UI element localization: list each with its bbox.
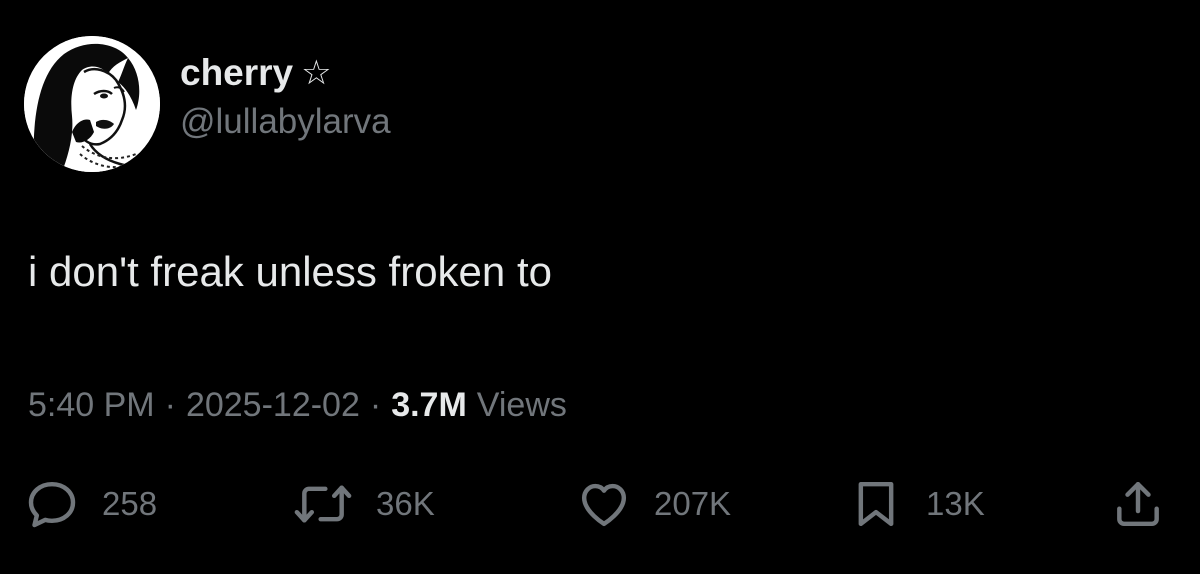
user-handle[interactable]: @lullabylarva <box>180 102 391 142</box>
star-outline-icon: ☆ <box>301 53 332 93</box>
display-name[interactable]: cherry <box>180 52 293 94</box>
tweet-time[interactable]: 5:40 PM <box>28 386 155 425</box>
tweet-meta: 5:40 PM · 2025-12-02 · 3.7M Views <box>28 386 567 425</box>
retweet-count: 36K <box>376 485 435 522</box>
retweet-button[interactable]: 36K <box>292 474 435 534</box>
tweet-card: cherry ☆ @lullabylarva i don't freak unl… <box>0 0 1200 574</box>
retweet-icon <box>294 485 352 523</box>
tweet-text: i don't freak unless froken to <box>28 248 552 295</box>
bookmark-count: 13K <box>926 485 985 522</box>
share-button[interactable] <box>1110 474 1166 534</box>
meta-separator: · <box>164 386 176 424</box>
views-label: Views <box>476 386 567 424</box>
action-bar: 258 36K 207K 13K <box>0 474 1200 534</box>
reply-icon <box>28 481 76 528</box>
reply-count: 258 <box>102 485 158 522</box>
heart-icon <box>581 483 627 527</box>
share-icon <box>1117 481 1159 527</box>
like-button[interactable]: 207K <box>576 474 731 534</box>
views-count: 3.7M <box>391 386 467 424</box>
avatar-illustration <box>24 36 160 172</box>
bookmark-button[interactable]: 13K <box>848 474 985 534</box>
tweet-header: cherry ☆ @lullabylarva <box>24 36 391 172</box>
tweet-date[interactable]: 2025-12-02 <box>186 386 360 425</box>
avatar[interactable] <box>24 36 160 172</box>
user-info: cherry ☆ @lullabylarva <box>180 48 391 142</box>
display-name-row: cherry ☆ <box>180 48 391 98</box>
like-count: 207K <box>654 485 732 522</box>
reply-button[interactable]: 258 <box>24 474 157 534</box>
meta-separator: · <box>369 386 382 424</box>
bookmark-icon <box>858 481 894 527</box>
